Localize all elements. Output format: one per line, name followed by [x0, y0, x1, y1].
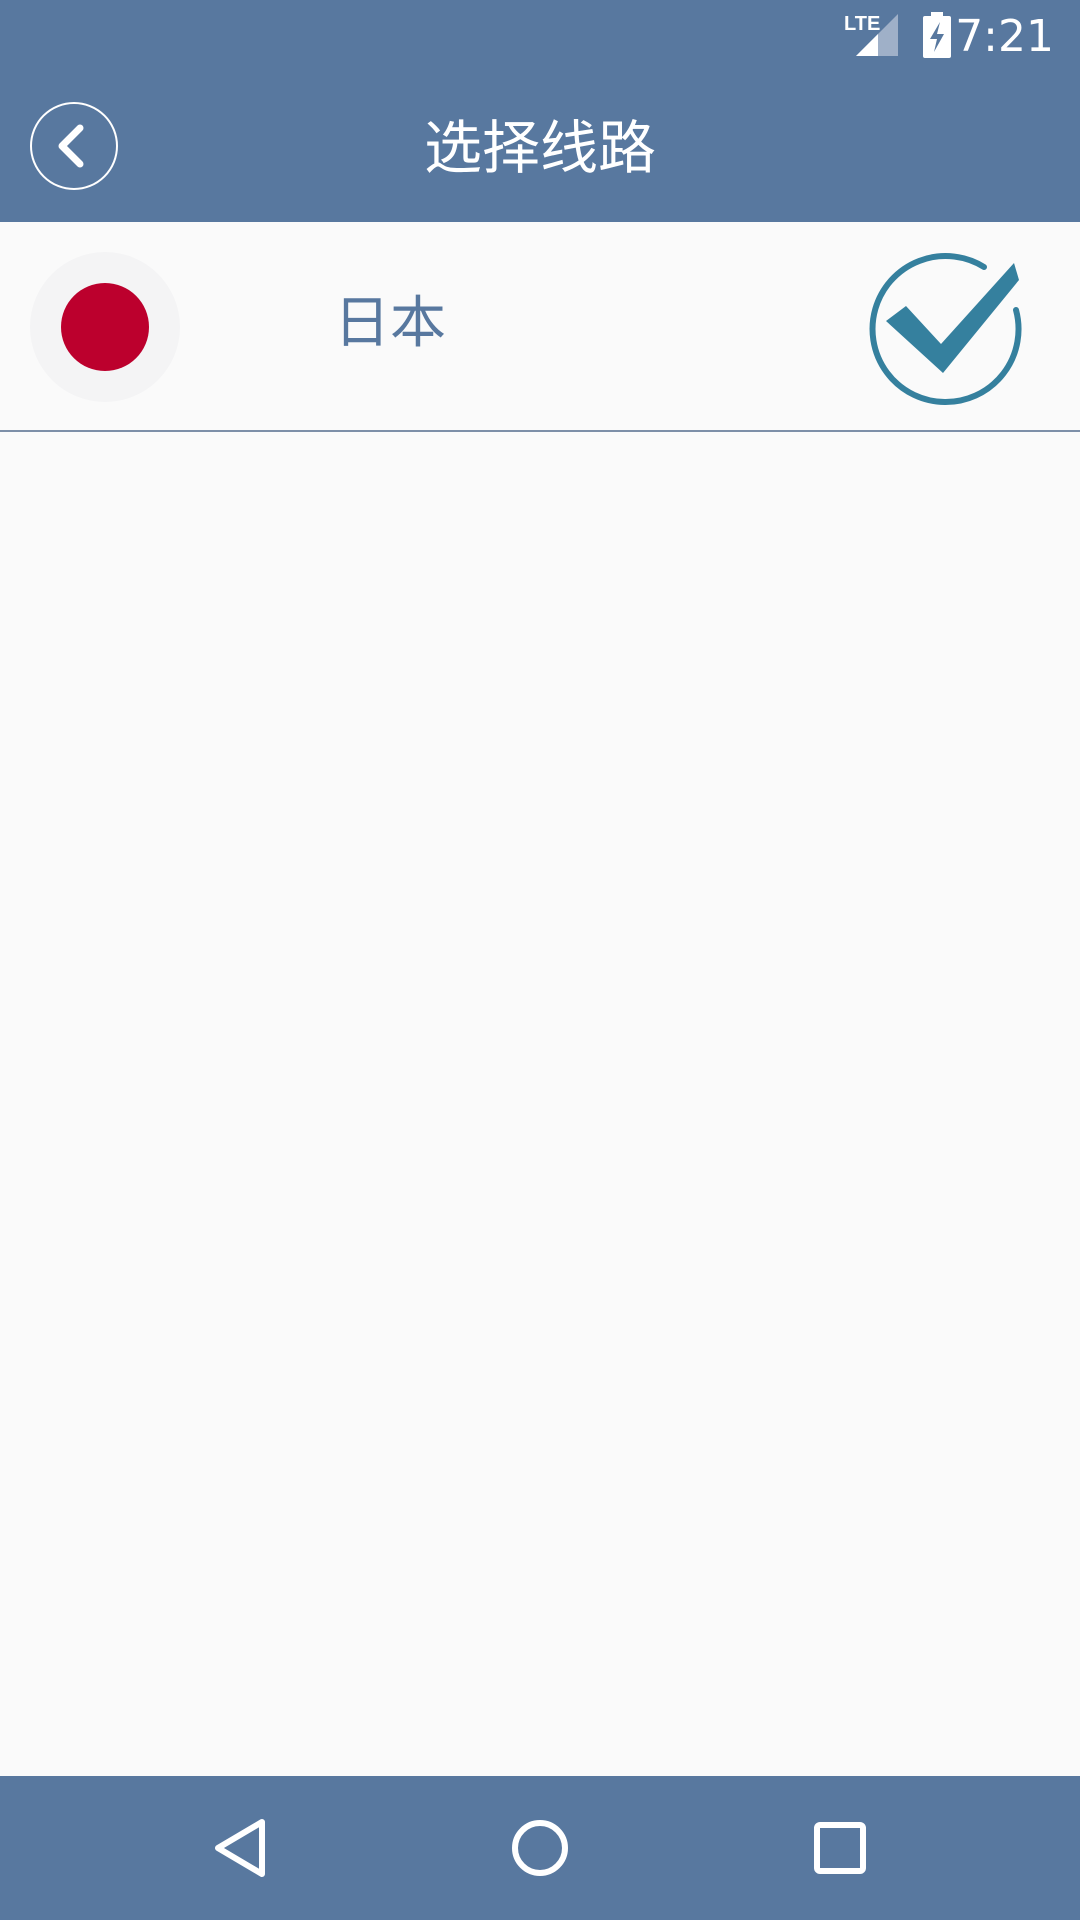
- nav-home-button[interactable]: [490, 1798, 590, 1898]
- chevron-left-icon: [58, 124, 84, 168]
- screen: LTE 7:21 选择线路 日本: [0, 0, 1080, 1920]
- system-nav-bar: [0, 1776, 1080, 1920]
- lte-label: LTE: [844, 13, 880, 35]
- check-circle-icon: [869, 253, 1022, 406]
- back-button[interactable]: [30, 102, 118, 190]
- status-bar: LTE 7:21: [0, 0, 1080, 74]
- recents-square-icon: [814, 1822, 866, 1874]
- nav-back-button[interactable]: [190, 1798, 290, 1898]
- route-label: 日本: [334, 291, 446, 356]
- japan-flag-icon: [30, 252, 180, 402]
- route-list: 日本: [0, 222, 1080, 432]
- lte-signal-icon: LTE: [844, 13, 898, 56]
- battery-charging-icon: [923, 12, 951, 58]
- home-circle-icon: [512, 1820, 568, 1876]
- page-title: 选择线路: [423, 114, 656, 182]
- flag-red-disc: [61, 283, 149, 371]
- back-triangle-icon: [215, 1819, 265, 1877]
- status-time: 7:21: [955, 11, 1054, 62]
- app-bar: 选择线路: [0, 74, 1080, 222]
- route-item-japan[interactable]: 日本: [0, 222, 1080, 432]
- nav-recents-button[interactable]: [790, 1798, 890, 1898]
